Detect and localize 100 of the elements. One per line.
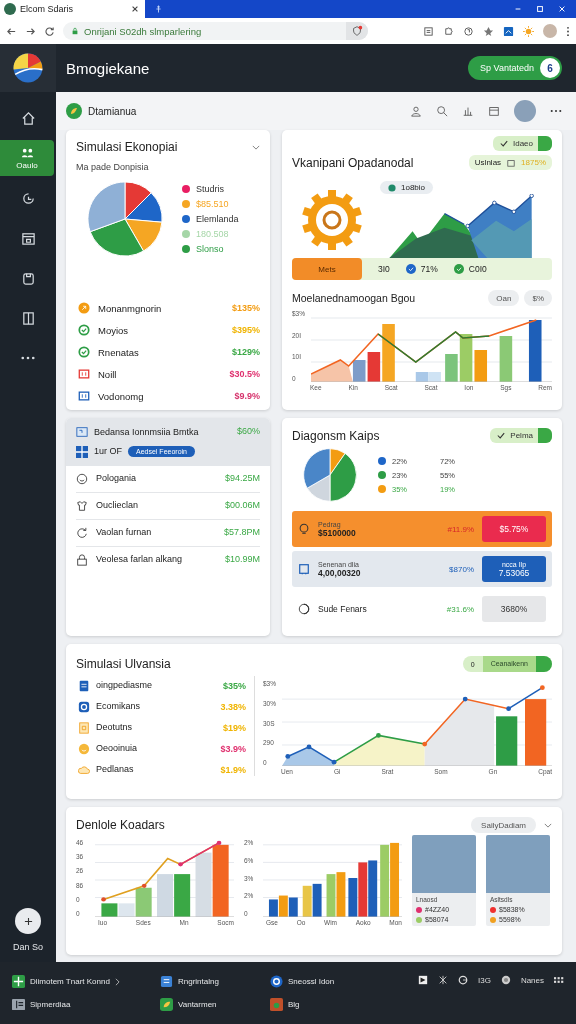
reader-icon[interactable] [423, 25, 434, 37]
filter-chip[interactable]: $% [524, 290, 552, 306]
minimize-icon[interactable] [514, 5, 522, 13]
taskbar-item[interactable]: Dlimotem Tnart Konnd [12, 975, 160, 988]
bar [415, 372, 429, 382]
network-icon[interactable] [437, 975, 448, 985]
taskbar-item[interactable]: Vantarmen [160, 998, 270, 1011]
chart-icon[interactable] [462, 105, 474, 117]
bar [428, 372, 441, 382]
bar [278, 895, 288, 917]
row-label: Sude Fenars [318, 604, 368, 614]
grid-icon [76, 446, 88, 459]
bar [528, 320, 542, 382]
document-icon [78, 680, 90, 692]
moon-icon [298, 603, 310, 615]
bar [368, 860, 378, 917]
site-icon [4, 3, 16, 15]
status-chip[interactable]: Idaeo [492, 136, 552, 151]
data-point [506, 706, 511, 712]
legend-label: Studris [196, 184, 224, 194]
card-title: Denlole Koadars [76, 818, 165, 832]
sidebar-item[interactable]: Oaulo [0, 140, 54, 176]
taskbar-item[interactable]: Blg [270, 998, 370, 1011]
code-label: 1ur OF [94, 446, 122, 457]
taskbar-item[interactable]: Sipmerdiaa [12, 998, 160, 1011]
lock-icon [76, 554, 88, 567]
calendar-icon[interactable] [488, 105, 500, 117]
app-title: Bmogiekane [66, 59, 150, 77]
filter-chip[interactable]: Uslnlas 1875% [468, 155, 552, 170]
metric-button[interactable]: Mets [292, 258, 362, 280]
stat-value: C0I0 [468, 264, 487, 274]
more-icon[interactable] [550, 109, 562, 113]
user-icon[interactable] [410, 105, 422, 117]
data-point [462, 696, 468, 702]
browser-tab[interactable]: Elcom Sdaris [0, 0, 145, 18]
stat-value: 71% [420, 264, 438, 274]
bar [288, 897, 298, 917]
row-value: $9.9% [234, 391, 260, 401]
check-circle-icon [78, 346, 90, 358]
lock-icon [71, 27, 79, 35]
row-value: $135% [231, 303, 260, 313]
row-label: Veolesa farlan alkang [96, 554, 184, 566]
taskbar-item[interactable]: Sneossl Idon [270, 975, 370, 988]
row-value: $00.06M [224, 500, 260, 511]
row-label: Rnenatas [98, 346, 140, 358]
count-badge: 6 [540, 58, 560, 78]
logo-icon [12, 52, 44, 84]
chevron-icon [114, 977, 120, 986]
menu-icon[interactable] [566, 25, 570, 37]
legend-label: Slonso [196, 244, 224, 254]
row-label: $5100000 [318, 527, 357, 538]
data-point [101, 897, 106, 902]
row-value: $1.9% [220, 765, 246, 775]
card-subtitle: Ma pade Donpisia [76, 162, 150, 172]
row-value: $94.25M [224, 473, 260, 484]
flag-icon[interactable] [417, 975, 428, 985]
bar [352, 360, 366, 382]
puzzle-icon[interactable] [443, 25, 454, 37]
maximize-icon[interactable] [536, 5, 544, 13]
tray-label: Nanes [520, 975, 544, 985]
search-icon[interactable] [436, 105, 448, 117]
sync-icon[interactable] [457, 975, 468, 985]
ring-icon [78, 701, 90, 713]
frame-icon [78, 722, 90, 734]
bar [525, 699, 547, 766]
chevron-icon[interactable] [252, 144, 260, 150]
tray-label: I3G [477, 975, 491, 985]
data-point [178, 862, 183, 867]
apps-icon[interactable] [554, 975, 564, 985]
row-change: $870% [449, 564, 474, 574]
legend-label: 180.508 [196, 229, 229, 239]
header-button[interactable]: Sp Vantatedn 6 [468, 56, 562, 80]
legend-label: Elemlanda [196, 214, 239, 224]
row-value: 3.38% [220, 702, 246, 712]
row-value: $3.9% [220, 744, 246, 754]
data-point [422, 741, 428, 747]
refresh-icon[interactable] [463, 25, 474, 37]
taskbar-item[interactable]: Rngrintalng [160, 975, 270, 988]
sidebar-label: Dan So [13, 942, 43, 952]
dropdown[interactable]: SailyDadiam [471, 817, 536, 833]
chevron-icon[interactable] [544, 822, 552, 828]
address-field[interactable]: Onrijani S02dh slmparlering [63, 22, 368, 40]
close-icon[interactable] [131, 5, 139, 13]
reload-icon[interactable] [44, 25, 55, 37]
row-label: oingpediasme [96, 680, 154, 692]
filter-chip[interactable]: Oan [488, 290, 520, 306]
pin-icon[interactable] [155, 4, 162, 14]
bar [302, 885, 312, 917]
book-icon [20, 310, 36, 326]
card-title: Bedansa Ionnmsiia Bmtka [94, 426, 200, 439]
status-chip[interactable]: Pelma [490, 428, 552, 443]
calendar-icon [507, 158, 516, 167]
extension-icon[interactable] [503, 25, 514, 37]
row-value: $395% [231, 325, 260, 335]
bar [268, 899, 278, 917]
extension-icon[interactable] [483, 25, 494, 37]
record-icon[interactable] [500, 975, 511, 985]
add-button[interactable] [15, 908, 41, 934]
clock-icon [20, 190, 36, 206]
shield-icon[interactable] [346, 22, 368, 40]
